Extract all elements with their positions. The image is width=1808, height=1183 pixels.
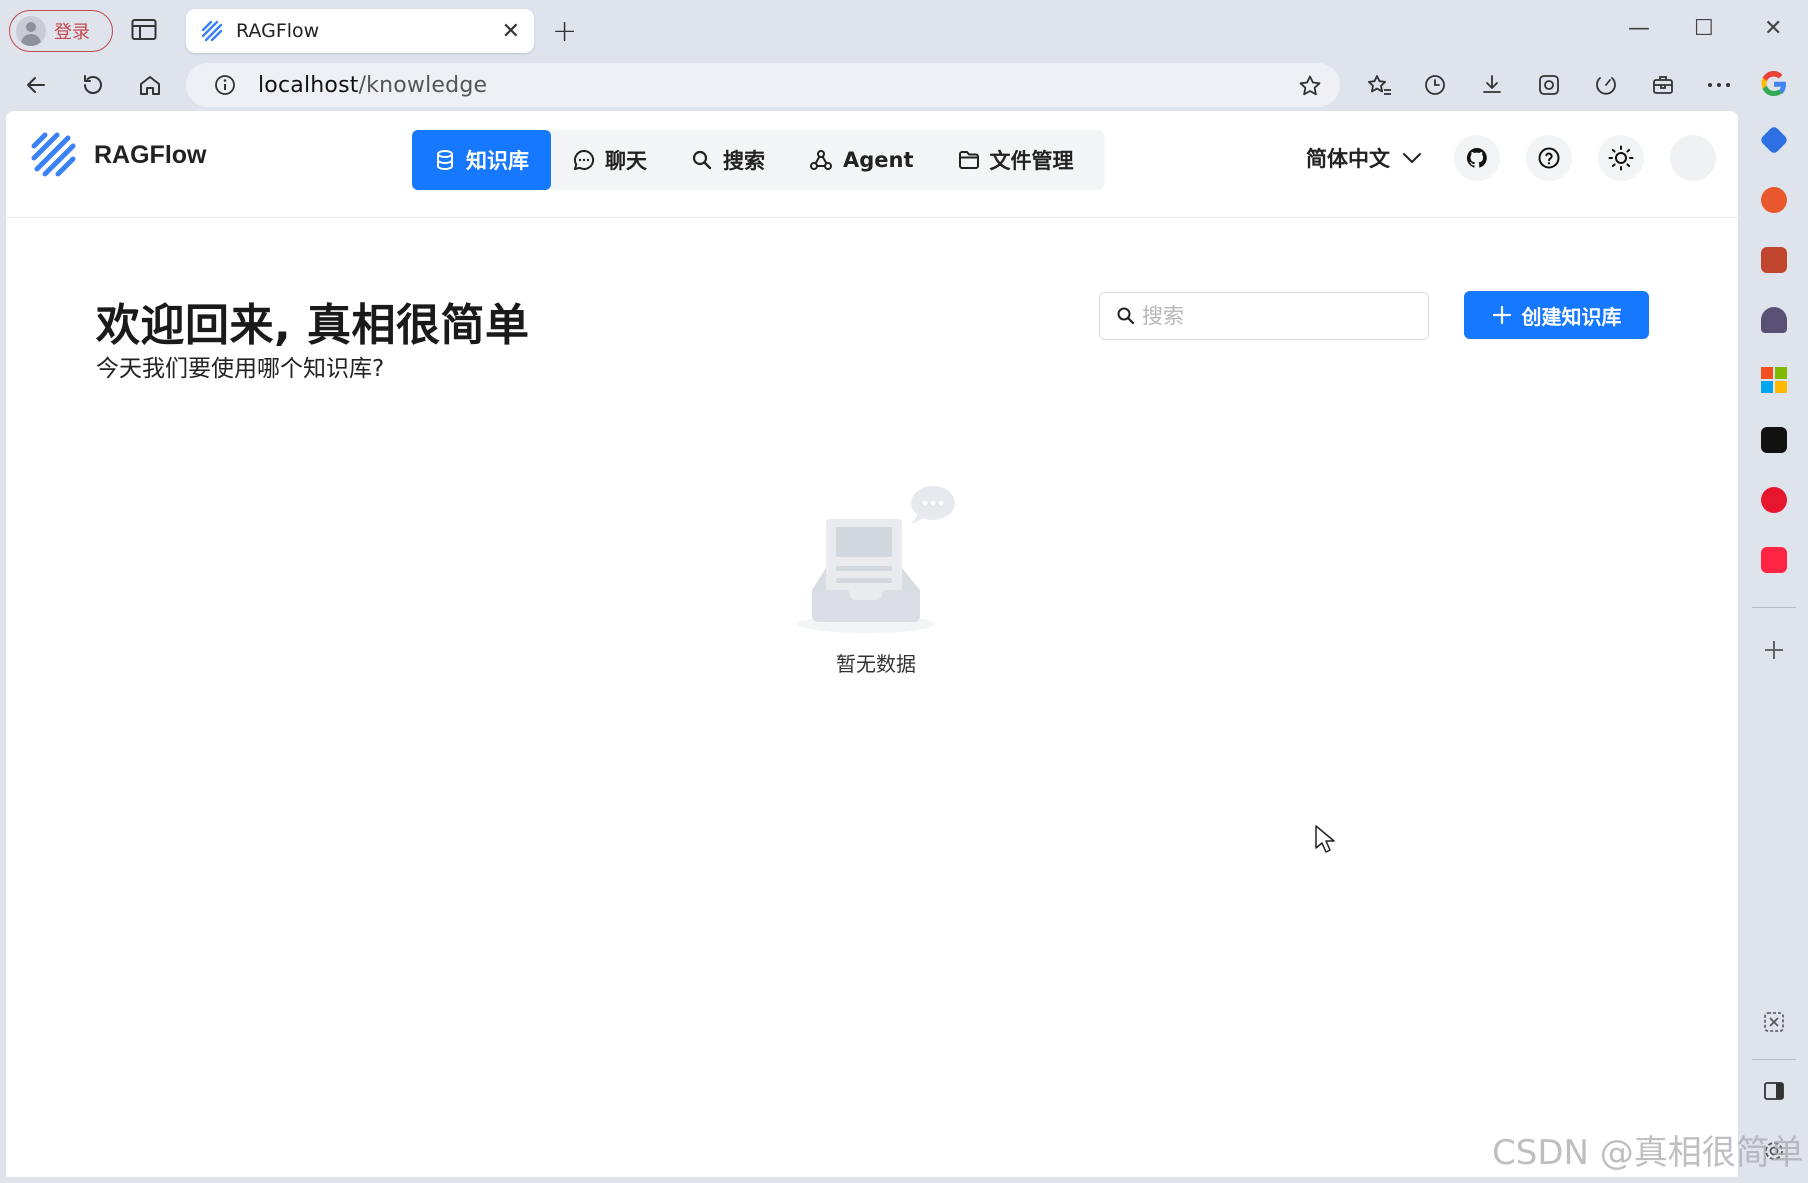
nav-item-files[interactable]: 文件管理 — [936, 130, 1096, 190]
github-icon — [1465, 146, 1489, 170]
header-actions: 简体中文 — [1306, 135, 1716, 181]
app-logo[interactable]: RAGFlow — [28, 129, 207, 181]
mouse-cursor-icon — [1314, 824, 1336, 854]
tag-app-icon[interactable] — [1759, 125, 1789, 155]
briefcase-app-icon[interactable] — [1761, 247, 1787, 273]
plus-icon — [1492, 305, 1512, 325]
screenshot-icon[interactable] — [1537, 73, 1561, 97]
url-path: /knowledge — [358, 72, 488, 98]
clipping-icon[interactable] — [1762, 1010, 1786, 1034]
profile-button[interactable]: 登录 — [9, 10, 113, 52]
create-knowledge-label: 创建知识库 — [1521, 304, 1622, 329]
ragflow-favicon-icon — [200, 19, 224, 43]
agent-icon — [809, 149, 833, 171]
url-input[interactable]: localhost/knowledge — [186, 63, 1340, 107]
app-header: RAGFlow 知识库 聊天 搜索 Agent 文件管理 简体中文 — [6, 111, 1738, 218]
add-sidebar-app-icon[interactable] — [1762, 638, 1786, 662]
favorite-star-icon[interactable] — [1298, 74, 1322, 98]
theme-toggle-button[interactable] — [1598, 135, 1644, 181]
google-icon[interactable] — [1759, 69, 1789, 99]
browser-tab-bar: 登录 RAGFlow ✕ + — ☐ ✕ — [0, 0, 1808, 60]
app-logo-text: RAGFlow — [94, 140, 207, 169]
chat-icon — [573, 149, 595, 171]
download-icon[interactable] — [1480, 73, 1504, 97]
history-icon[interactable] — [1423, 73, 1447, 97]
profile-label: 登录 — [54, 22, 90, 43]
page-title: 欢迎回来, 真相很简单 — [96, 300, 530, 351]
empty-text: 暂无数据 — [836, 652, 916, 676]
nav-label: 聊天 — [605, 149, 647, 173]
nav-item-chat[interactable]: 聊天 — [551, 130, 669, 190]
url-text: localhost/knowledge — [258, 73, 487, 98]
nav-item-knowledge[interactable]: 知识库 — [412, 130, 551, 190]
home-icon[interactable] — [138, 73, 162, 97]
weibo-icon[interactable] — [1761, 487, 1787, 513]
watermark-text: CSDN @真相很简单 — [1492, 1133, 1804, 1173]
more-options-icon[interactable] — [1706, 73, 1732, 97]
search-icon — [1116, 306, 1136, 326]
create-knowledge-button[interactable]: 创建知识库 — [1464, 291, 1649, 339]
database-icon — [434, 149, 456, 171]
close-window-button[interactable]: ✕ — [1764, 16, 1782, 41]
help-icon — [1537, 146, 1561, 170]
nav-label: 搜索 — [723, 149, 765, 173]
reload-icon[interactable] — [81, 73, 105, 97]
main-nav: 知识库 聊天 搜索 Agent 文件管理 — [412, 130, 1105, 190]
tiktok-icon[interactable] — [1761, 427, 1787, 453]
nav-label: 知识库 — [466, 149, 529, 173]
tab-close-icon[interactable]: ✕ — [502, 19, 520, 44]
address-bar: localhost/knowledge — [0, 60, 1760, 110]
page-subtitle: 今天我们要使用哪个知识库? — [96, 356, 385, 382]
sidebar-divider — [1752, 607, 1796, 608]
url-host: localhost — [258, 72, 359, 98]
active-tab[interactable]: RAGFlow ✕ — [186, 9, 534, 53]
tab-actions-icon[interactable] — [131, 18, 157, 42]
ragflow-logo-icon — [28, 129, 80, 181]
knowledge-search-input[interactable] — [1142, 304, 1412, 328]
page-viewport: RAGFlow 知识库 聊天 搜索 Agent 文件管理 简体中文 欢迎回来, … — [6, 111, 1738, 1177]
browser-sidebar — [1738, 60, 1808, 1183]
help-button[interactable] — [1526, 135, 1572, 181]
empty-state: 暂无数据 — [786, 486, 966, 677]
site-info-icon[interactable] — [214, 74, 236, 96]
folder-icon — [958, 149, 980, 171]
language-select[interactable]: 简体中文 — [1306, 143, 1422, 173]
empty-inbox-icon — [796, 486, 956, 636]
sidebar-divider-bottom — [1752, 1059, 1796, 1060]
performance-icon[interactable] — [1594, 73, 1618, 97]
chevron-down-icon — [1402, 151, 1422, 165]
hide-sidebar-icon[interactable] — [1762, 1079, 1786, 1103]
back-icon[interactable] — [24, 73, 48, 97]
github-button[interactable] — [1454, 135, 1500, 181]
tab-title: RAGFlow — [236, 20, 320, 42]
nav-item-search[interactable]: 搜索 — [669, 130, 787, 190]
sun-icon — [1608, 145, 1634, 171]
maximize-button[interactable]: ☐ — [1694, 16, 1714, 41]
new-tab-button[interactable]: + — [552, 14, 577, 49]
user-avatar[interactable] — [1670, 135, 1716, 181]
office-app-icon[interactable] — [1761, 367, 1787, 393]
nav-item-agent[interactable]: Agent — [787, 130, 936, 190]
powerpoint-icon[interactable] — [1761, 187, 1787, 213]
search-icon — [691, 149, 713, 171]
nav-label: 文件管理 — [989, 149, 1074, 173]
favorites-icon[interactable] — [1366, 73, 1392, 97]
nav-label: Agent — [843, 148, 914, 172]
minimize-button[interactable]: — — [1628, 16, 1650, 41]
language-label: 简体中文 — [1306, 147, 1390, 171]
knowledge-search-field[interactable] — [1099, 292, 1429, 340]
xiaohongshu-icon[interactable] — [1761, 547, 1787, 573]
profile-avatar-icon — [16, 16, 46, 46]
toolkit-icon[interactable] — [1651, 73, 1675, 97]
chess-app-icon[interactable] — [1761, 307, 1787, 333]
